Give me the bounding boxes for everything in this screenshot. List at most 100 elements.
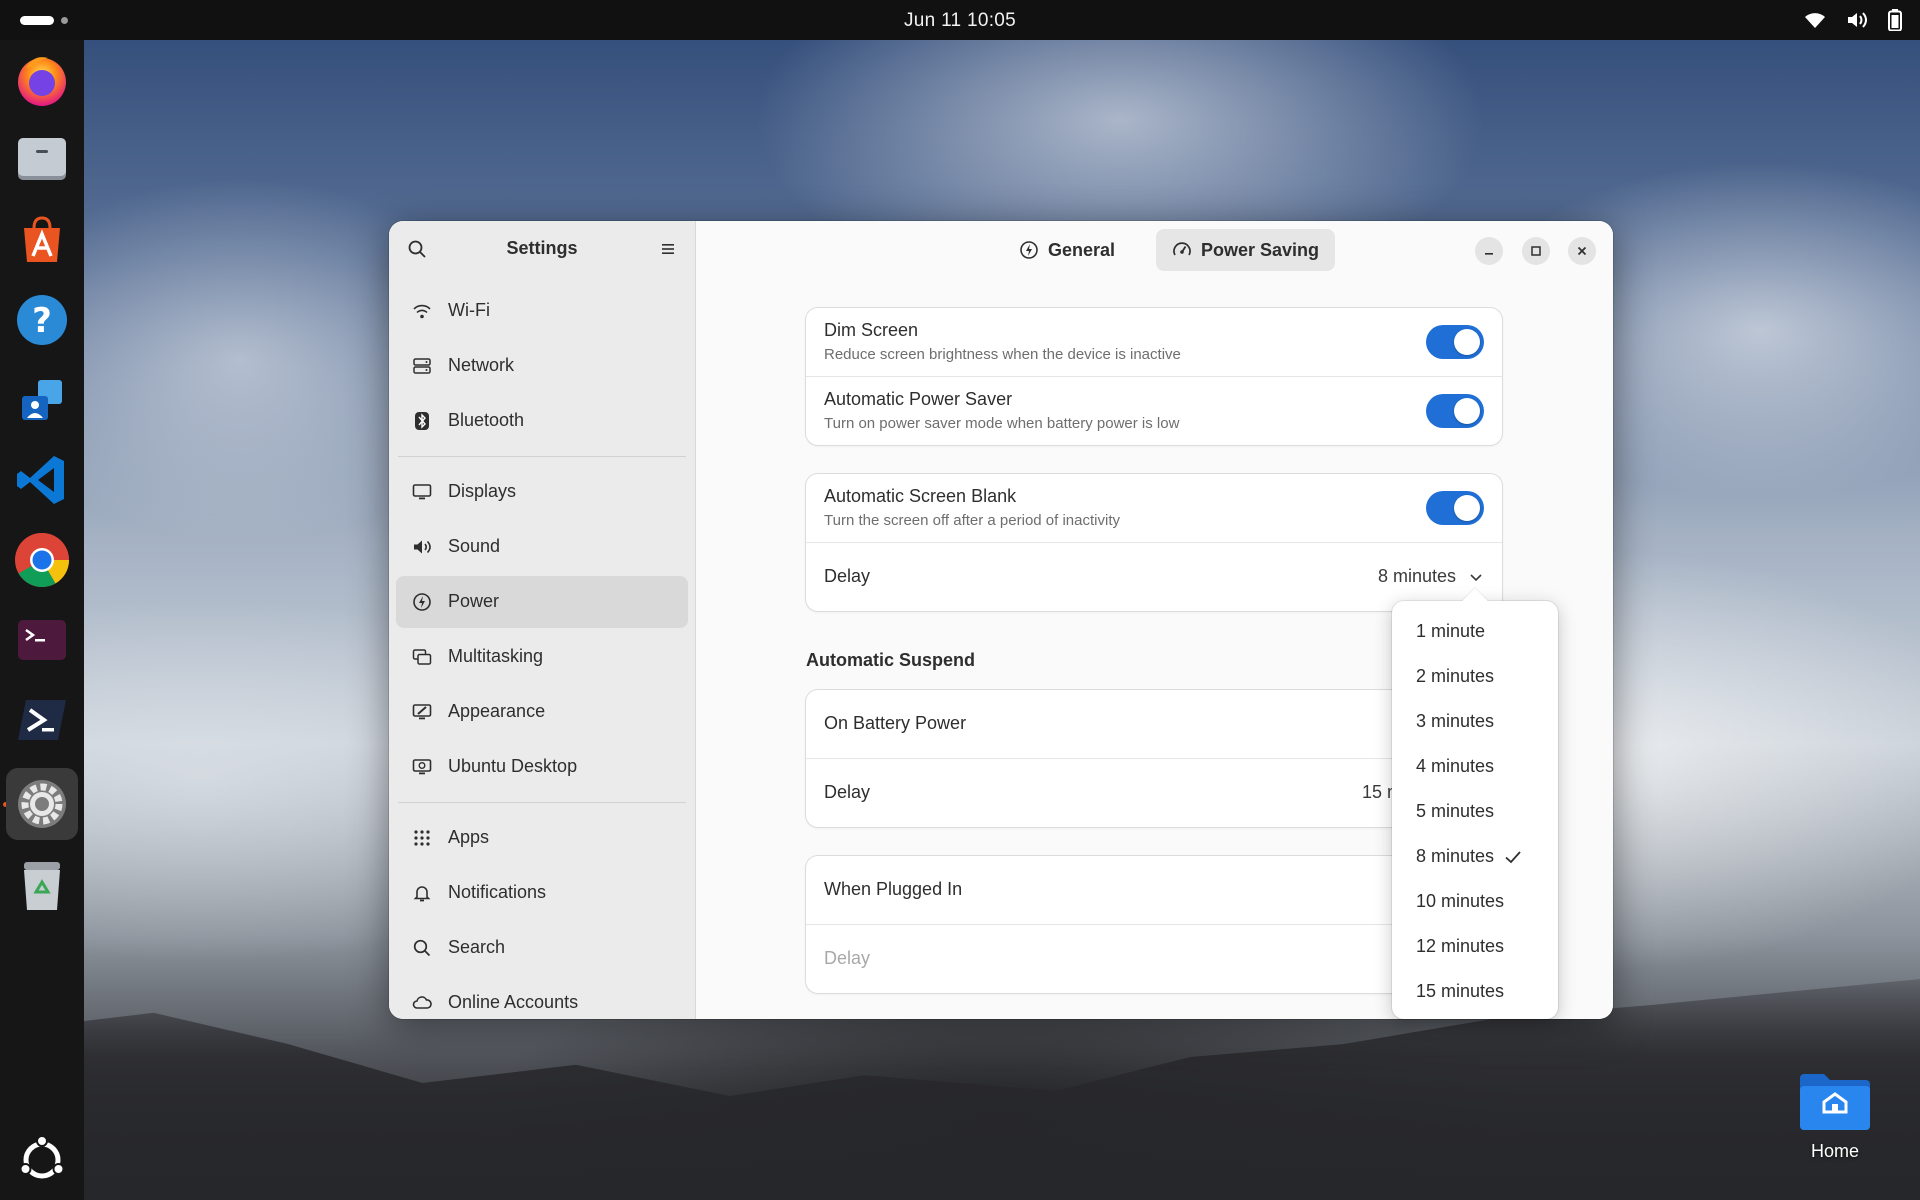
- power-icon: [412, 592, 432, 612]
- row-title: Dim Screen: [824, 320, 919, 340]
- ubuntu-desktop-icon: [412, 757, 432, 777]
- sidebar-item-label: Online Accounts: [448, 992, 579, 1012]
- main-menu-button[interactable]: [651, 232, 685, 266]
- app-center-icon[interactable]: [6, 204, 78, 276]
- home-folder-icon: [1800, 1074, 1870, 1130]
- dim-screen-row[interactable]: Dim Screen Reduce screen brightness when…: [806, 308, 1502, 377]
- multitasking-icon: [412, 647, 432, 667]
- sidebar-item-sound[interactable]: Sound: [396, 521, 688, 573]
- row-title: Delay: [824, 566, 871, 586]
- delay-option-1-minute[interactable]: 1 minute: [1392, 609, 1558, 654]
- delay-option-8-minutes[interactable]: 8 minutes: [1392, 834, 1558, 879]
- row-title: When Plugged In: [824, 879, 963, 899]
- delay-option-5-minutes[interactable]: 5 minutes: [1392, 789, 1558, 834]
- auto-screen-blank-row[interactable]: Automatic Screen Blank Turn the screen o…: [806, 474, 1502, 543]
- auto-screen-blank-toggle[interactable]: [1426, 491, 1484, 525]
- sidebar-item-power[interactable]: Power: [396, 576, 688, 628]
- sidebar-item-apps[interactable]: Apps: [396, 812, 688, 864]
- option-label: 4 minutes: [1416, 756, 1495, 776]
- tab-general[interactable]: General: [1003, 229, 1131, 271]
- sidebar-header: Settings: [389, 221, 695, 277]
- minimize-button[interactable]: [1475, 237, 1503, 265]
- home-folder[interactable]: Home: [1790, 1070, 1880, 1170]
- dim-power-card: Dim Screen Reduce screen brightness when…: [806, 308, 1502, 445]
- option-label: 12 minutes: [1416, 936, 1505, 956]
- sidebar-item-wifi[interactable]: Wi-Fi: [396, 285, 688, 337]
- system-tray[interactable]: [1804, 8, 1902, 32]
- sidebar-item-label: Displays: [448, 481, 517, 501]
- settings-app-icon[interactable]: [6, 768, 78, 840]
- sidebar-item-appearance[interactable]: Appearance: [396, 686, 688, 738]
- battery-icon: [1888, 9, 1902, 31]
- sidebar-separator: [398, 456, 686, 457]
- view-switcher: General Power Saving: [696, 221, 1613, 277]
- sidebar: Settings Wi-Fi Network Bluetooth Display…: [389, 221, 696, 1019]
- chrome-app-icon[interactable]: [6, 524, 78, 596]
- screen-blank-card: Automatic Screen Blank Turn the screen o…: [806, 474, 1502, 611]
- sidebar-item-network[interactable]: Network: [396, 340, 688, 392]
- row-subtitle: Turn the screen off after a period of in…: [824, 512, 1120, 529]
- trash-icon[interactable]: [6, 850, 78, 922]
- terminal-app-icon[interactable]: [6, 604, 78, 676]
- tab-power-saving[interactable]: Power Saving: [1156, 229, 1336, 271]
- blank-delay-row[interactable]: Delay 8 minutes: [806, 543, 1502, 611]
- vscode-app-icon[interactable]: [6, 444, 78, 516]
- sidebar-item-multitasking[interactable]: Multitasking: [396, 631, 688, 683]
- apps-grid-icon: [412, 828, 432, 848]
- search-icon: [412, 938, 432, 958]
- sidebar-item-label: Network: [448, 355, 515, 375]
- dim-screen-toggle[interactable]: [1426, 325, 1484, 359]
- sidebar-item-bluetooth[interactable]: Bluetooth: [396, 395, 688, 447]
- row-title: Delay: [824, 948, 871, 968]
- firefox-app-icon[interactable]: [6, 44, 78, 116]
- power-icon: [1020, 241, 1038, 259]
- maximize-button[interactable]: [1522, 237, 1550, 265]
- auto-power-saver-row[interactable]: Automatic Power Saver Turn on power save…: [806, 377, 1502, 445]
- files-app-icon[interactable]: [6, 124, 78, 196]
- sidebar-item-notifications[interactable]: Notifications: [396, 867, 688, 919]
- wifi-icon: [412, 301, 432, 321]
- close-button[interactable]: [1568, 237, 1596, 265]
- sidebar-item-label: Search: [448, 937, 506, 957]
- remote-desktop-icon[interactable]: [6, 364, 78, 436]
- show-apps-icon[interactable]: [6, 1124, 78, 1196]
- sidebar-item-online-accounts[interactable]: Online Accounts: [396, 977, 688, 1019]
- sidebar-item-label: Ubuntu Desktop: [448, 756, 578, 776]
- svg-text:?: ?: [32, 301, 52, 341]
- delay-dropdown-popover: 1 minute 2 minutes 3 minutes 4 minutes 5…: [1392, 588, 1558, 1019]
- display-icon: [412, 482, 432, 502]
- tab-label: Power Saving: [1201, 239, 1320, 260]
- sidebar-item-label: Multitasking: [448, 646, 544, 666]
- blank-delay-value[interactable]: 8 minutes: [1378, 566, 1456, 587]
- sidebar-title: Settings: [506, 238, 578, 258]
- help-app-icon[interactable]: ?: [6, 284, 78, 356]
- option-label: 2 minutes: [1416, 666, 1495, 686]
- row-subtitle: Reduce screen brightness when the device…: [824, 346, 1181, 363]
- minimize-icon: [1485, 253, 1493, 255]
- sidebar-item-ubuntu-desktop[interactable]: Ubuntu Desktop: [396, 741, 688, 793]
- sidebar-list: Wi-Fi Network Bluetooth Displays Sound P…: [396, 285, 688, 1019]
- home-folder-label: Home: [1810, 1141, 1859, 1161]
- delay-option-4-minutes[interactable]: 4 minutes: [1392, 744, 1558, 789]
- bluetooth-icon: [412, 411, 432, 431]
- clock[interactable]: Jun 11 10:05: [904, 10, 1016, 31]
- chevron-down-icon[interactable]: [1468, 569, 1484, 585]
- delay-option-12-minutes[interactable]: 12 minutes: [1392, 924, 1558, 969]
- cloud-icon: [412, 993, 432, 1013]
- sidebar-item-search[interactable]: Search: [396, 922, 688, 974]
- powershell-app-icon[interactable]: [6, 684, 78, 756]
- delay-option-15-minutes[interactable]: 15 minutes: [1392, 969, 1558, 1014]
- auto-power-saver-toggle[interactable]: [1426, 394, 1484, 428]
- option-label: 1 minute: [1416, 621, 1486, 641]
- gauge-icon: [1173, 242, 1191, 256]
- row-title: On Battery Power: [824, 713, 967, 733]
- delay-option-3-minutes[interactable]: 3 minutes: [1392, 699, 1558, 744]
- delay-options-list: 1 minute 2 minutes 3 minutes 4 minutes 5…: [1392, 609, 1558, 1014]
- delay-option-2-minutes[interactable]: 2 minutes: [1392, 654, 1558, 699]
- section-title-automatic-suspend: Automatic Suspend: [806, 650, 976, 670]
- option-label: 3 minutes: [1416, 711, 1495, 731]
- delay-option-10-minutes[interactable]: 10 minutes: [1392, 879, 1558, 924]
- row-title: Delay: [824, 782, 871, 802]
- row-subtitle: Turn on power saver mode when battery po…: [824, 415, 1180, 432]
- sidebar-item-displays[interactable]: Displays: [396, 466, 688, 518]
